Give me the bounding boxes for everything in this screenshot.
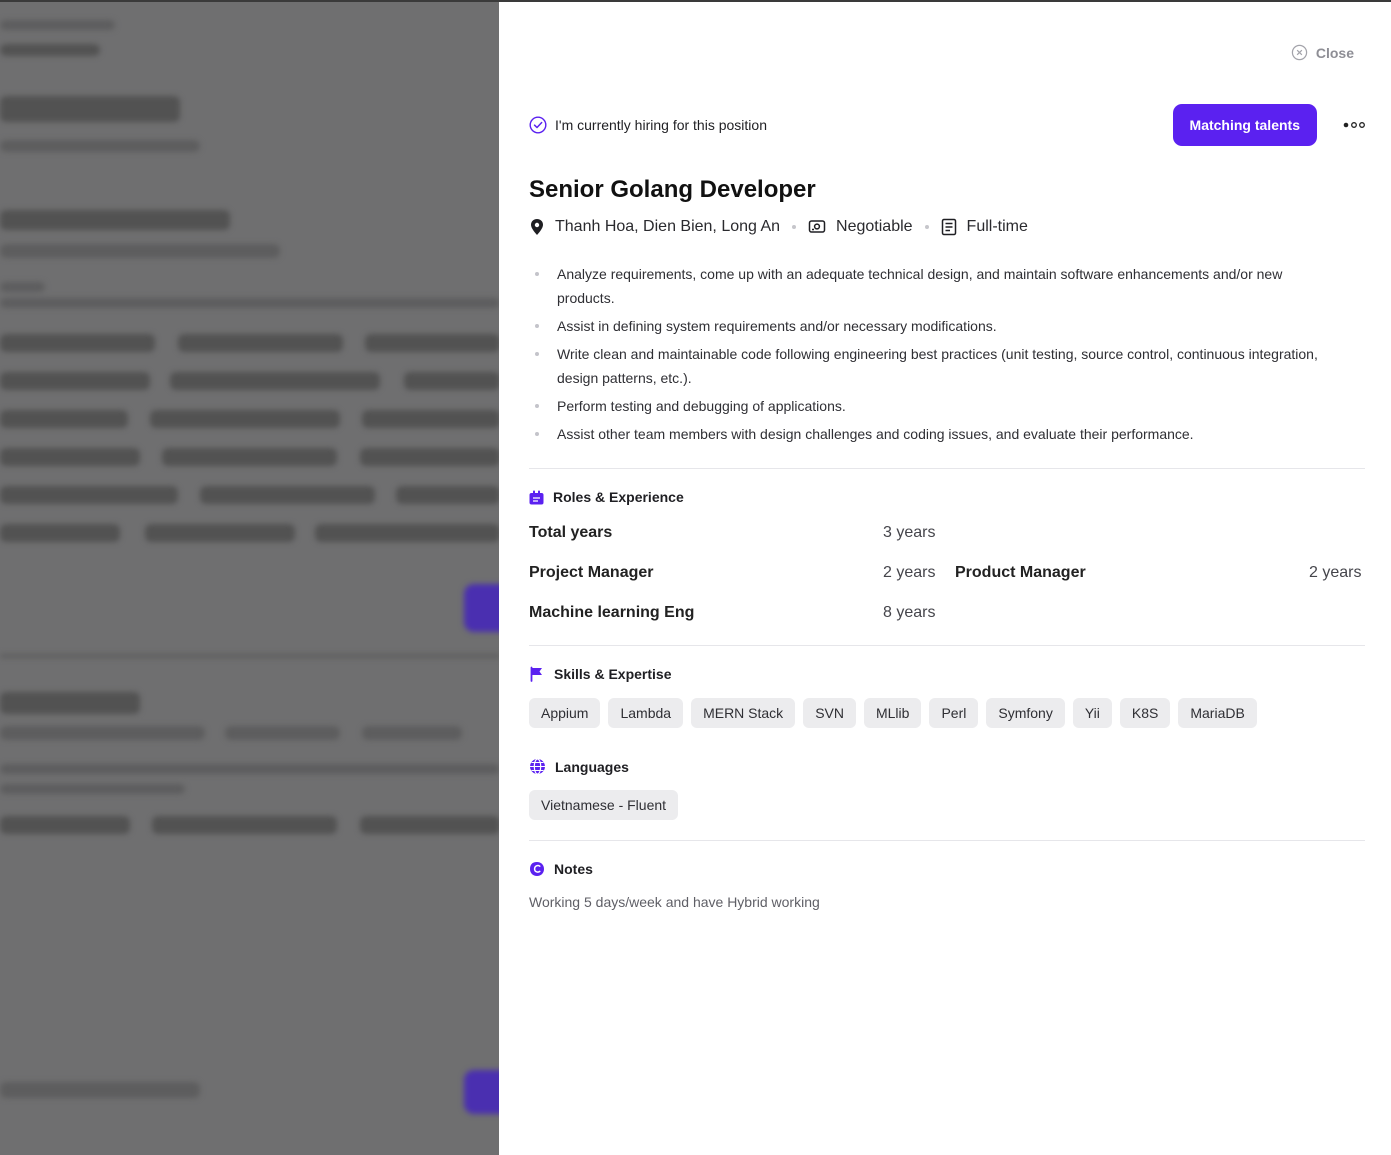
roles-section-heading: Roles & Experience: [529, 489, 684, 505]
skills-section-heading: Skills & Expertise: [529, 666, 672, 682]
location-pin-icon: [531, 219, 543, 235]
background-page-overlay[interactable]: [0, 0, 500, 1155]
job-salary: Negotiable: [808, 218, 913, 236]
skill-chip: Perl: [929, 698, 979, 728]
description-item: Write clean and maintainable code follow…: [529, 342, 1337, 390]
role-row: Project Manager 2 years: [529, 564, 935, 582]
money-icon: [808, 220, 826, 233]
job-type: Full-time: [941, 218, 1028, 236]
globe-icon: [530, 758, 545, 775]
role-name: Project Manager: [529, 564, 654, 581]
location-text: Thanh Hoa, Dien Bien, Long An: [555, 218, 781, 235]
languages-chip-list: Vietnamese - Fluent: [529, 790, 679, 820]
job-location: Thanh Hoa, Dien Bien, Long An: [529, 218, 780, 236]
skills-chip-list: Appium Lambda MERN Stack SVN MLlib Perl …: [529, 698, 1257, 728]
role-years: 8 years: [883, 604, 936, 621]
languages-heading-text: Languages: [555, 758, 629, 775]
section-divider: [529, 468, 1365, 469]
description-item: Assist other team members with design ch…: [529, 422, 1337, 446]
note-icon: [530, 862, 544, 876]
separator-dot: [924, 225, 929, 229]
more-options-button[interactable]: [1343, 121, 1365, 129]
skill-chip: Yii: [1072, 698, 1112, 728]
job-description-list: Analyze requirements, come up with an ad…: [529, 262, 1337, 450]
notes-section-heading: Notes: [529, 861, 593, 877]
matching-talents-button[interactable]: Matching talents: [1172, 104, 1317, 146]
role-years: 2 years: [1309, 564, 1362, 581]
section-divider: [529, 645, 1365, 646]
document-icon: [941, 218, 956, 236]
skill-chip: Appium: [529, 698, 601, 728]
languages-section-heading: Languages: [529, 758, 629, 775]
role-name: Machine learning Eng: [529, 604, 695, 621]
description-item: Analyze requirements, come up with an ad…: [529, 262, 1337, 310]
skill-chip: MariaDB: [1178, 698, 1257, 728]
role-years: 2 years: [883, 564, 936, 581]
role-name: Product Manager: [955, 564, 1086, 581]
separator-dot: [792, 225, 797, 229]
roles-heading-text: Roles & Experience: [553, 489, 684, 505]
job-meta-row: Thanh Hoa, Dien Bien, Long An Negotiable…: [529, 218, 1028, 236]
job-type-text: Full-time: [966, 218, 1028, 235]
role-row: Product Manager 2 years: [955, 564, 1361, 582]
close-circle-icon: [1291, 44, 1308, 61]
skill-chip: Symfony: [986, 698, 1065, 728]
top-border: [0, 0, 1391, 2]
description-item: Perform testing and debugging of applica…: [529, 394, 1337, 418]
section-divider: [529, 840, 1365, 841]
salary-text: Negotiable: [836, 218, 913, 235]
close-button[interactable]: Close: [1291, 44, 1354, 61]
job-detail-drawer: Close I'm currently hiring for this posi…: [499, 0, 1391, 1155]
flag-icon: [530, 666, 542, 682]
skill-chip: SVN: [803, 698, 856, 728]
role-row: Machine learning Eng 8 years: [529, 604, 935, 622]
language-chip: Vietnamese - Fluent: [529, 790, 679, 820]
close-label: Close: [1315, 44, 1354, 61]
background-page-content: [0, 0, 500, 1155]
hiring-row: I'm currently hiring for this position M…: [529, 104, 1365, 146]
notes-heading-text: Notes: [554, 861, 593, 877]
check-circle-icon[interactable]: [529, 116, 547, 134]
total-years-label: Total years: [529, 524, 613, 541]
notes-text: Working 5 days/week and have Hybrid work…: [529, 894, 820, 910]
description-item: Assist in defining system requirements a…: [529, 314, 1337, 338]
skill-chip: Lambda: [608, 698, 684, 728]
hiring-status-text: I'm currently hiring for this position: [555, 117, 767, 133]
skill-chip: MLlib: [863, 698, 922, 728]
more-dots-icon: [1343, 122, 1365, 128]
total-years-value: 3 years: [883, 524, 936, 541]
briefcase-icon: [529, 490, 544, 504]
job-title: Senior Golang Developer: [529, 176, 816, 203]
skill-chip: MERN Stack: [691, 698, 796, 728]
skills-heading-text: Skills & Expertise: [554, 666, 672, 682]
total-years-row: Total years 3 years: [529, 524, 935, 542]
skill-chip: K8S: [1119, 698, 1171, 728]
